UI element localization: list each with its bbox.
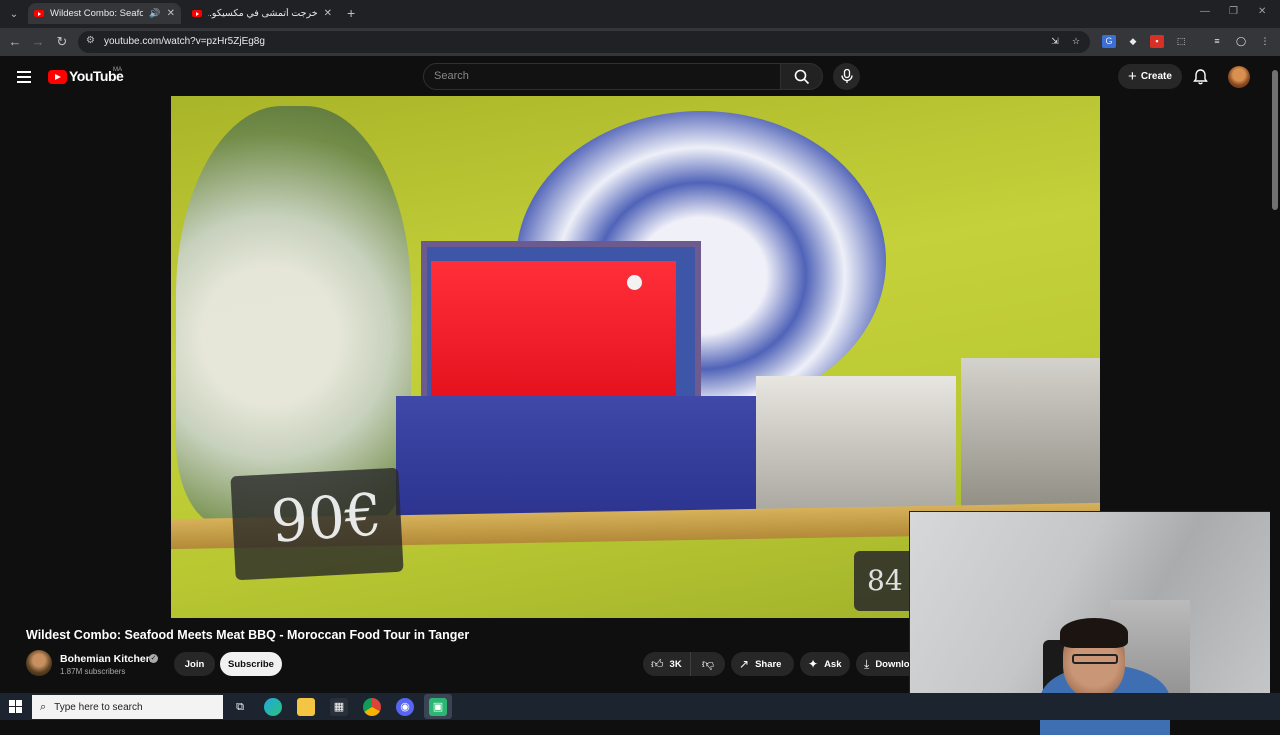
search-input[interactable]: [423, 63, 781, 90]
window-close-icon[interactable]: ✕: [1258, 6, 1266, 17]
discord-icon[interactable]: ◉: [396, 698, 414, 716]
bookmark-star-icon[interactable]: ☆: [1069, 35, 1083, 48]
channel-name[interactable]: Bohemian Kitchen: [60, 653, 152, 665]
dislike-icon: 👎︎: [701, 656, 715, 671]
puzzle-icon[interactable]: ⬚: [1174, 35, 1188, 48]
search-placeholder: Search: [434, 70, 469, 82]
menu-icon[interactable]: ⋮: [1258, 35, 1272, 48]
edge-icon[interactable]: [264, 698, 282, 716]
youtube-favicon-icon: [34, 10, 44, 17]
tab-youtube-other[interactable]: خرجت أتمشى في مكسيكو... وتعر ✕: [186, 3, 338, 24]
ask-icon: ✦: [808, 657, 819, 671]
file-explorer-icon[interactable]: [297, 698, 315, 716]
minimize-icon[interactable]: —: [1200, 6, 1210, 17]
tab-youtube-video[interactable]: Wildest Combo: Seafood M 🔊 ✕: [28, 3, 181, 24]
taskbar-search-input[interactable]: ⌕ Type here to search: [32, 695, 223, 719]
task-view-icon[interactable]: ⧉: [231, 698, 249, 716]
search-icon: [794, 69, 810, 85]
bell-icon[interactable]: [1193, 69, 1208, 85]
extension-icon[interactable]: ▪: [1150, 35, 1164, 48]
scrollbar-thumb[interactable]: [1272, 70, 1278, 210]
speaker-icon[interactable]: 🔊: [149, 8, 160, 19]
download-icon: ⤓: [864, 656, 870, 671]
verified-icon: ✓: [149, 654, 158, 663]
subscriber-count: 1.87M subscribers: [60, 667, 126, 676]
like-button[interactable]: 👍︎ 3K: [643, 652, 691, 676]
tab-title: Wildest Combo: Seafood M: [50, 8, 144, 19]
video-frame-silver-box: [756, 376, 956, 516]
media-icon[interactable]: ≡: [1210, 35, 1224, 48]
windows-start-icon[interactable]: [9, 700, 22, 713]
back-icon[interactable]: ←: [7, 34, 23, 49]
country-code: MA: [113, 67, 122, 73]
new-tab-button[interactable]: +: [347, 5, 355, 21]
maximize-icon[interactable]: ❐: [1229, 6, 1238, 17]
ask-button[interactable]: ✦ Ask: [800, 652, 850, 676]
video-title: Wildest Combo: Seafood Meets Meat BBQ - …: [26, 628, 470, 642]
download-button[interactable]: ⤓ Download: [856, 652, 916, 676]
youtube-favicon-icon: [192, 10, 202, 17]
dislike-button[interactable]: 👎︎: [691, 652, 725, 676]
reload-icon[interactable]: ↻: [54, 34, 70, 50]
tab-title: خرجت أتمشى في مكسيكو... وتعر: [208, 8, 318, 19]
video-frame-silver-tin: [961, 358, 1100, 518]
search-button[interactable]: [781, 63, 823, 90]
translate-icon[interactable]: G: [1102, 35, 1116, 48]
close-icon[interactable]: ✕: [167, 8, 175, 19]
webcam-person-hair: [1060, 618, 1128, 648]
close-icon[interactable]: ✕: [324, 8, 332, 19]
voice-search-button[interactable]: [833, 63, 860, 90]
webcam-person-glasses: [1072, 654, 1118, 664]
price-tag-text: 90€: [268, 480, 384, 556]
store-icon[interactable]: ▦: [330, 698, 348, 716]
mouse-cursor: [627, 275, 642, 290]
subscribe-button[interactable]: Subscribe: [220, 652, 282, 676]
avatar[interactable]: [1228, 66, 1250, 88]
like-icon: 👍︎: [651, 656, 664, 671]
profile-icon[interactable]: ◯: [1234, 35, 1248, 48]
create-label: Create: [1140, 71, 1172, 82]
extension-icon[interactable]: ◆: [1126, 35, 1140, 48]
search-icon: ⌕: [40, 700, 47, 713]
plus-icon: +: [1128, 68, 1137, 85]
video-frame-vase: [176, 106, 411, 526]
share-icon: ↗: [739, 657, 750, 671]
chrome-icon[interactable]: [363, 698, 381, 716]
install-icon[interactable]: ⇲: [1048, 35, 1062, 48]
url-text[interactable]: youtube.com/watch?v=pzHr5ZjEg8g: [104, 36, 265, 47]
taskbar-search-placeholder: Type here to search: [54, 701, 143, 713]
channel-avatar[interactable]: [26, 650, 52, 676]
forward-icon[interactable]: →: [30, 34, 46, 49]
like-count: 3K: [669, 658, 682, 670]
share-label: Share: [755, 658, 782, 670]
tab-search-icon[interactable]: ⌄: [6, 6, 22, 22]
join-button[interactable]: Join: [174, 652, 215, 676]
video-frame-blue-box: [396, 396, 756, 516]
site-info-icon[interactable]: ⚙: [86, 35, 95, 46]
ask-label: Ask: [824, 658, 842, 670]
app-icon[interactable]: ▣: [429, 698, 447, 716]
mic-icon: [840, 69, 853, 83]
price-tag-text: 84: [867, 564, 903, 597]
create-button[interactable]: + Create: [1118, 64, 1182, 89]
youtube-logo-icon[interactable]: [48, 70, 67, 84]
hamburger-icon[interactable]: [17, 71, 31, 86]
share-button[interactable]: ↗ Share: [731, 652, 794, 676]
